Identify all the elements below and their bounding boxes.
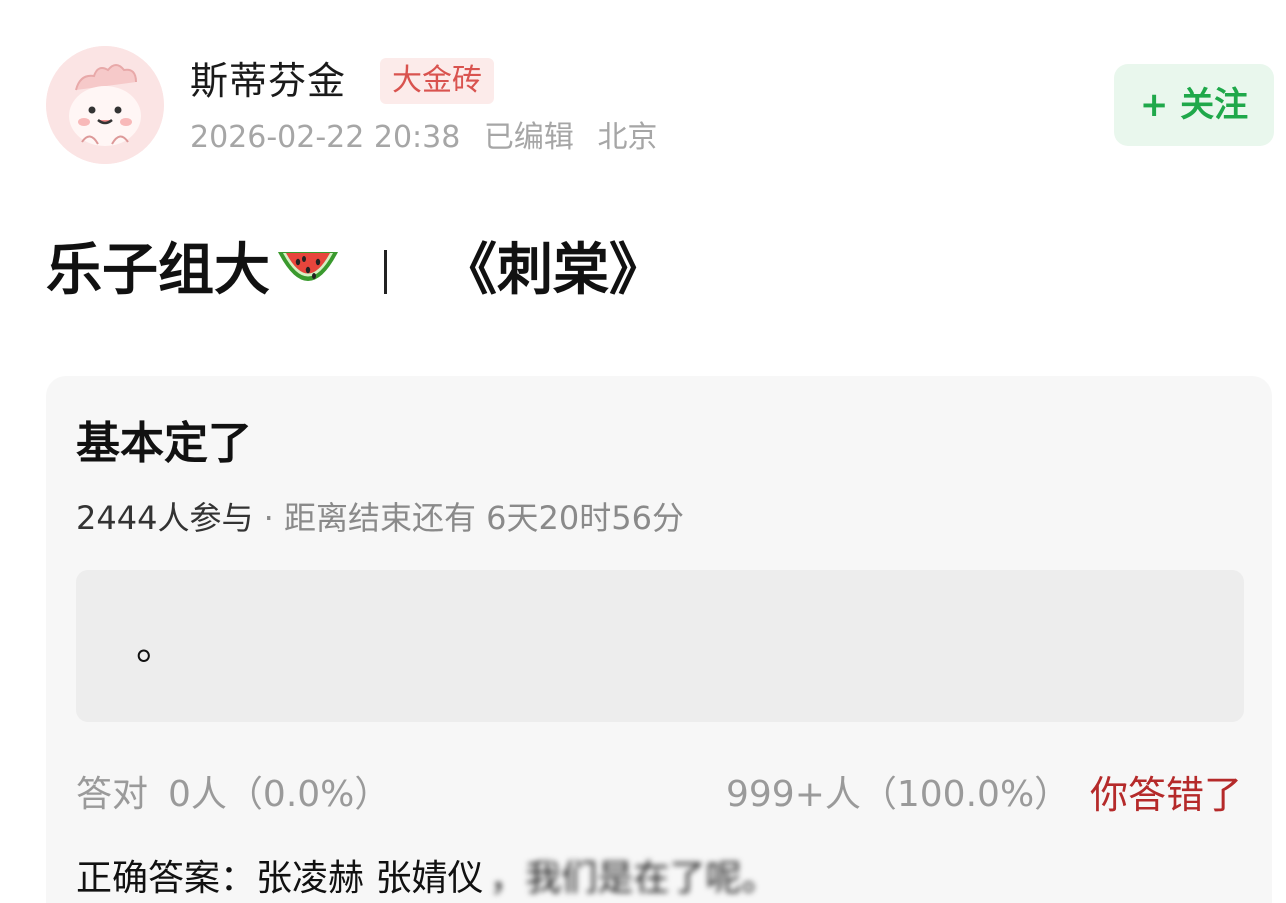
edited-label: 已编辑 xyxy=(483,120,574,155)
post-title-part2: 《刺棠》 xyxy=(441,238,665,303)
avatar-image-icon xyxy=(46,46,164,164)
author-name[interactable]: 斯蒂芬金 xyxy=(190,56,346,106)
correct-label: 答对 xyxy=(76,774,149,815)
follow-button[interactable]: + 关注 xyxy=(1114,64,1274,146)
answer-value: 张凌赫 张婧仪 xyxy=(256,858,484,899)
poll-meta-separator: · xyxy=(263,499,274,537)
poll-card: 基本定了 2444人参与 · 距离结束还有 6天20时56分 。 答对 0人（0.… xyxy=(46,376,1272,903)
post-title: 乐子组大 《刺棠》 xyxy=(46,236,665,306)
post-date: 2026-02-22 20:38 xyxy=(190,120,461,155)
weibo-post-page: 斯蒂芬金 大金砖 2026-02-22 20:38 已编辑 北京 + 关注 乐子… xyxy=(0,0,1286,903)
correct-count: 0人（0.0%） xyxy=(168,774,391,815)
poll-participants: 2444人参与 xyxy=(76,499,254,537)
poll-remaining-time: 距离结束还有 6天20时56分 xyxy=(283,499,684,537)
correct-stats: 答对 0人（0.0%） xyxy=(76,772,410,818)
post-location: 北京 xyxy=(597,120,658,155)
watermelon-icon xyxy=(274,240,342,319)
wrong-stats: 999+人（100.0%） xyxy=(726,774,1071,815)
avatar[interactable] xyxy=(46,46,164,164)
poll-option[interactable]: 。 xyxy=(76,570,1244,722)
title-divider xyxy=(384,250,387,294)
poll-title: 基本定了 xyxy=(76,418,252,469)
result-label: 你答错了 xyxy=(1090,773,1243,817)
correct-answer: 正确答案：张凌赫 张婧仪 ，我们是在了呢。 xyxy=(76,856,777,902)
post-title-part1: 乐子组大 xyxy=(46,238,270,303)
poll-option-text: 。 xyxy=(136,623,176,669)
poll-meta: 2444人参与 · 距离结束还有 6天20时56分 xyxy=(76,496,684,540)
answer-label: 正确答案： xyxy=(76,858,257,899)
answer-blurred-text: ，我们是在了呢。 xyxy=(489,858,778,899)
author-badge: 大金砖 xyxy=(380,58,494,104)
post-meta: 2026-02-22 20:38 已编辑 北京 xyxy=(190,118,671,158)
